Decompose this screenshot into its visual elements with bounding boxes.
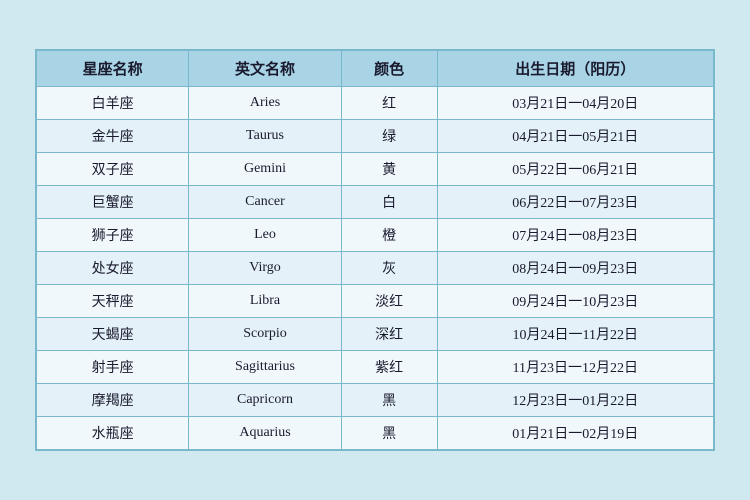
cell-color: 淡红 (341, 285, 437, 318)
cell-dates: 01月21日一02月19日 (437, 417, 713, 450)
cell-color: 深红 (341, 318, 437, 351)
table-row: 双子座Gemini黄05月22日一06月21日 (37, 153, 714, 186)
cell-zh-name: 天秤座 (37, 285, 189, 318)
cell-zh-name: 摩羯座 (37, 384, 189, 417)
cell-zh-name: 射手座 (37, 351, 189, 384)
cell-color: 黄 (341, 153, 437, 186)
cell-en-name: Libra (189, 285, 341, 318)
cell-zh-name: 金牛座 (37, 120, 189, 153)
table-row: 水瓶座Aquarius黑01月21日一02月19日 (37, 417, 714, 450)
table-row: 金牛座Taurus绿04月21日一05月21日 (37, 120, 714, 153)
cell-en-name: Leo (189, 219, 341, 252)
cell-color: 红 (341, 87, 437, 120)
zodiac-table-container: 星座名称 英文名称 颜色 出生日期（阳历） 白羊座Aries红03月21日一04… (35, 49, 715, 451)
table-row: 狮子座Leo橙07月24日一08月23日 (37, 219, 714, 252)
cell-en-name: Aries (189, 87, 341, 120)
table-body: 白羊座Aries红03月21日一04月20日金牛座Taurus绿04月21日一0… (37, 87, 714, 450)
cell-color: 黑 (341, 417, 437, 450)
cell-zh-name: 处女座 (37, 252, 189, 285)
table-header-row: 星座名称 英文名称 颜色 出生日期（阳历） (37, 51, 714, 87)
cell-en-name: Sagittarius (189, 351, 341, 384)
header-dates: 出生日期（阳历） (437, 51, 713, 87)
cell-dates: 12月23日一01月22日 (437, 384, 713, 417)
cell-zh-name: 双子座 (37, 153, 189, 186)
cell-color: 白 (341, 186, 437, 219)
header-zh-name: 星座名称 (37, 51, 189, 87)
cell-dates: 11月23日一12月22日 (437, 351, 713, 384)
cell-en-name: Capricorn (189, 384, 341, 417)
cell-dates: 03月21日一04月20日 (437, 87, 713, 120)
cell-color: 灰 (341, 252, 437, 285)
cell-zh-name: 天蝎座 (37, 318, 189, 351)
cell-dates: 04月21日一05月21日 (437, 120, 713, 153)
table-row: 巨蟹座Cancer白06月22日一07月23日 (37, 186, 714, 219)
cell-zh-name: 巨蟹座 (37, 186, 189, 219)
header-en-name: 英文名称 (189, 51, 341, 87)
cell-color: 绿 (341, 120, 437, 153)
cell-color: 橙 (341, 219, 437, 252)
table-row: 射手座Sagittarius紫红11月23日一12月22日 (37, 351, 714, 384)
cell-en-name: Gemini (189, 153, 341, 186)
cell-dates: 10月24日一11月22日 (437, 318, 713, 351)
cell-en-name: Scorpio (189, 318, 341, 351)
table-row: 处女座Virgo灰08月24日一09月23日 (37, 252, 714, 285)
cell-dates: 08月24日一09月23日 (437, 252, 713, 285)
cell-dates: 06月22日一07月23日 (437, 186, 713, 219)
cell-en-name: Taurus (189, 120, 341, 153)
cell-dates: 05月22日一06月21日 (437, 153, 713, 186)
cell-zh-name: 水瓶座 (37, 417, 189, 450)
table-row: 白羊座Aries红03月21日一04月20日 (37, 87, 714, 120)
cell-dates: 07月24日一08月23日 (437, 219, 713, 252)
cell-dates: 09月24日一10月23日 (437, 285, 713, 318)
table-row: 天秤座Libra淡红09月24日一10月23日 (37, 285, 714, 318)
cell-en-name: Aquarius (189, 417, 341, 450)
cell-color: 紫红 (341, 351, 437, 384)
cell-en-name: Cancer (189, 186, 341, 219)
cell-zh-name: 狮子座 (37, 219, 189, 252)
header-color: 颜色 (341, 51, 437, 87)
cell-color: 黑 (341, 384, 437, 417)
cell-en-name: Virgo (189, 252, 341, 285)
zodiac-table: 星座名称 英文名称 颜色 出生日期（阳历） 白羊座Aries红03月21日一04… (36, 50, 714, 450)
table-row: 摩羯座Capricorn黑12月23日一01月22日 (37, 384, 714, 417)
table-row: 天蝎座Scorpio深红10月24日一11月22日 (37, 318, 714, 351)
cell-zh-name: 白羊座 (37, 87, 189, 120)
